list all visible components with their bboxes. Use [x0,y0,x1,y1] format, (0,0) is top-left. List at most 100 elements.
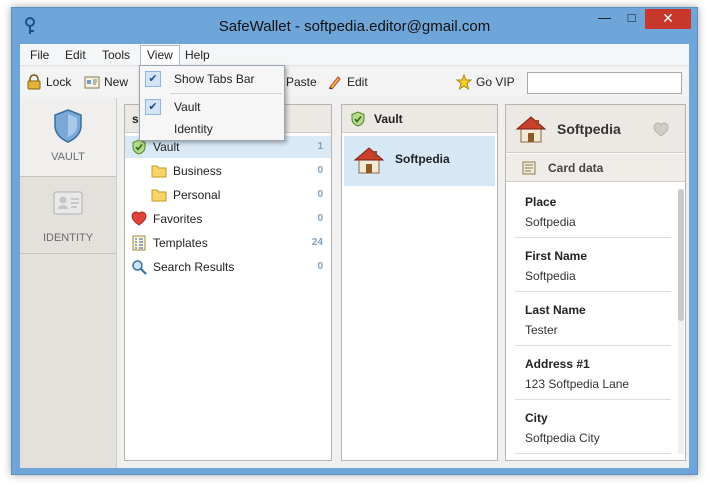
client-area: File Edit Tools View Help Lock New Paste… [20,44,689,468]
field-place: Place Softpedia [515,184,671,238]
search-input[interactable] [527,72,682,94]
entry-title: Softpedia [395,152,450,166]
field-label: Place [525,195,557,209]
tree-label: Favorites [153,212,203,226]
menu-option-label: Vault [174,100,201,114]
detail-title: Softpedia [557,121,621,137]
go-vip-button[interactable]: Go VIP [456,73,515,91]
entry-list-panel: Vault Softpedia [341,104,498,461]
tree-label: Templates [153,236,208,250]
field-value[interactable]: 123 Softpedia Lane [525,377,629,391]
app-window: SafeWallet - softpedia.editor@gmail.com … [11,7,698,475]
paste-label: Paste [286,75,317,89]
menu-separator [170,93,282,94]
paste-button[interactable]: Paste [286,73,317,91]
tree-item-personal[interactable]: Personal 0 [125,184,331,206]
checkmark-icon: ✔ [145,71,161,87]
tree-count: 0 [317,261,323,272]
minimize-button[interactable]: — [591,9,618,29]
house-icon [515,116,547,143]
field-list: Place Softpedia First Name Softpedia Las… [506,183,685,460]
field-label: Last Name [525,303,586,317]
tree-count: 24 [311,237,323,248]
card-data-section: Card data [506,154,685,182]
menu-file[interactable]: File [24,46,55,64]
tree-count: 0 [317,213,323,224]
sidebar-item-identity[interactable]: IDENTITY [20,178,116,254]
field-label: First Name [525,249,588,263]
star-icon [456,74,472,90]
list-header: Vault [342,105,497,133]
tree-item-business[interactable]: Business 0 [125,160,331,182]
tree-item-templates[interactable]: Templates 24 [125,232,331,254]
field-value[interactable]: Softpedia City [525,431,600,445]
close-button[interactable]: ✕ [645,9,691,29]
lock-button[interactable]: Lock [26,73,71,91]
templates-icon [132,235,146,251]
edit-button[interactable]: Edit [327,73,368,91]
new-card-icon [84,76,100,89]
field-value[interactable]: Softpedia [525,269,576,283]
field-address-1: Address #1 123 Softpedia Lane [515,346,671,400]
card-data-icon [522,161,536,175]
card-data-label: Card data [548,161,604,175]
magnifier-icon [132,260,147,275]
field-value[interactable]: Tester [525,323,558,337]
sidebar: VAULT IDENTITY [20,98,117,468]
maximize-button[interactable]: □ [618,9,645,29]
field-label: City [525,411,548,425]
padlock-icon [27,74,41,90]
tree-label: Search Results [153,260,235,274]
go-vip-label: Go VIP [476,75,515,89]
field-first-name: First Name Softpedia [515,238,671,292]
tree-item-favorites[interactable]: Favorites 0 [125,208,331,230]
menu-option-label: Identity [174,122,213,136]
menu-tools[interactable]: Tools [96,46,136,64]
sidebar-item-vault[interactable]: VAULT [20,98,116,177]
pencil-icon [329,76,341,90]
house-icon [353,147,385,174]
menu-option-vault[interactable]: ✔ Vault [141,96,283,118]
heart-icon [131,211,147,226]
tree-count: 0 [317,189,323,200]
tree-count: 1 [317,141,323,152]
shield-icon [54,109,82,143]
tree-item-search-results[interactable]: Search Results 0 [125,256,331,278]
menu-edit[interactable]: Edit [59,46,92,64]
detail-header: Softpedia [506,105,685,153]
folder-tree-panel: sof Vault 1 Business 0 Pers [124,104,332,461]
new-button[interactable]: New [84,73,128,91]
tree-count: 0 [317,165,323,176]
vault-shield-icon [351,111,365,127]
menu-option-identity[interactable]: Identity [141,118,283,140]
id-card-icon [53,191,83,215]
view-dropdown-menu: ✔ Show Tabs Bar ✔ Vault Identity [139,65,285,141]
sidebar-vault-label: VAULT [51,151,85,163]
folder-icon [151,165,167,178]
scrollbar-track[interactable] [678,189,684,454]
list-item[interactable]: Softpedia [344,136,495,186]
menu-help[interactable]: Help [179,46,216,64]
title-bar[interactable]: SafeWallet - softpedia.editor@gmail.com … [12,8,697,44]
scrollbar-thumb[interactable] [678,189,684,321]
tree-label: Business [173,164,222,178]
menu-view[interactable]: View [140,45,180,66]
list-title: Vault [374,112,403,126]
new-label: New [104,75,129,89]
tree-label: Personal [173,188,221,202]
vault-shield-icon [132,139,146,155]
detail-panel: Softpedia Card data Place Softpedia Firs… [505,104,686,461]
lock-label: Lock [46,75,72,89]
menu-bar: File Edit Tools View Help [20,44,689,66]
toolbar: Lock New Paste Edit Go VIP [20,67,689,97]
checkmark-icon: ✔ [145,99,161,115]
field-city: City Softpedia City [515,400,671,454]
menu-option-label: Show Tabs Bar [174,72,255,86]
field-value[interactable]: Softpedia [525,215,576,229]
sidebar-identity-label: IDENTITY [42,232,94,244]
edit-label: Edit [347,75,368,89]
folder-icon [151,189,167,202]
field-last-name: Last Name Tester [515,292,671,346]
menu-option-show-tabs-bar[interactable]: ✔ Show Tabs Bar [141,68,283,90]
favorite-heart-icon[interactable] [652,122,670,138]
